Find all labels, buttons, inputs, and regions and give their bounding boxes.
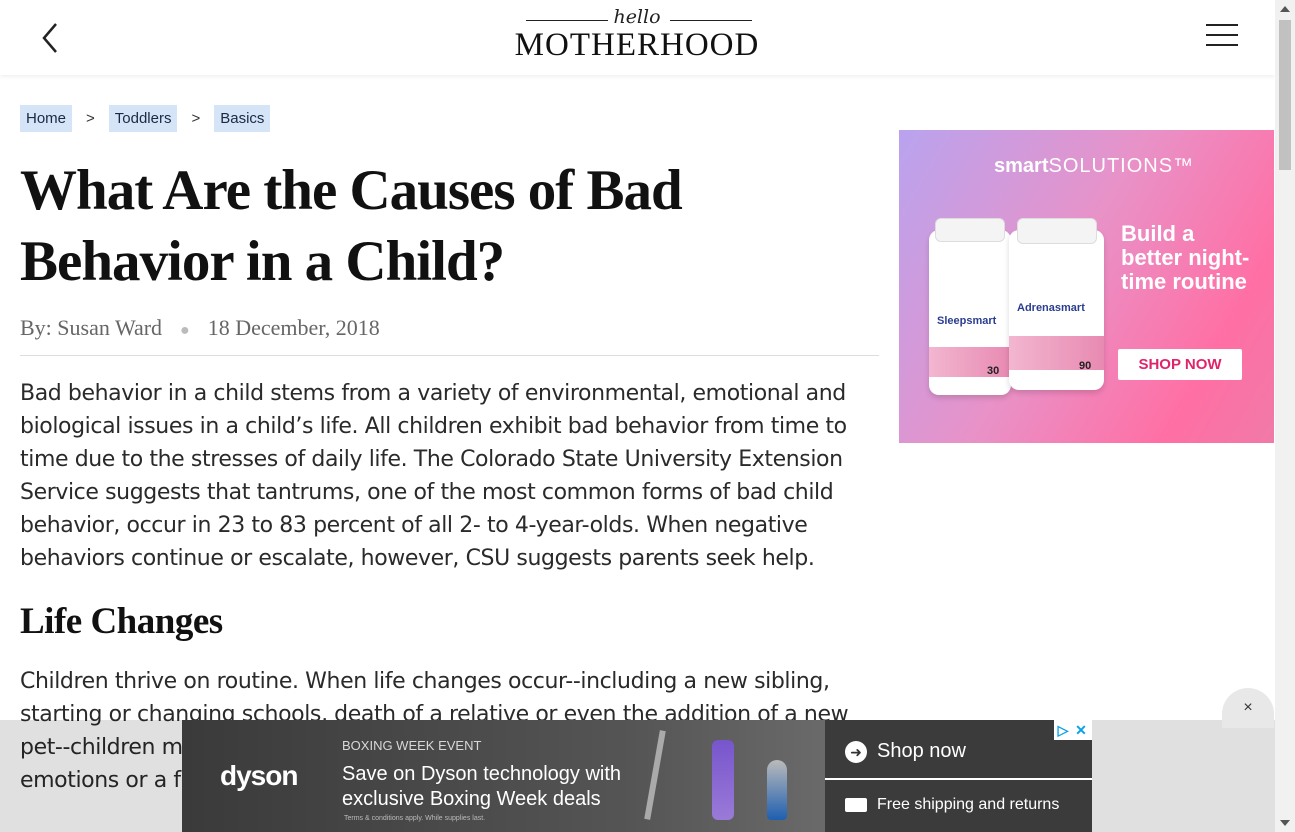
article-title: What Are the Causes of Bad Behavior in a… [20, 159, 683, 293]
sleepsmart-bottle-image: Sleepsmart 30 [929, 218, 1011, 395]
ad-event-label: BOXING WEEK EVENT [342, 738, 482, 753]
breadcrumb-home[interactable]: Home [20, 105, 73, 132]
bottle1-label: Sleepsmart [937, 315, 997, 327]
close-ad-icon[interactable]: × [1222, 688, 1274, 728]
logo-rule-left [526, 20, 608, 21]
sidebar-advertisement[interactable]: smartSOLUTIONS™ Sleepsmart 30 Adrenasmar… [899, 130, 1274, 443]
section-heading: Life Changes [20, 601, 223, 642]
article-byline: By: Susan Ward ● 18 December, 2018 [20, 315, 879, 356]
article-author[interactable]: By: Susan Ward [20, 315, 162, 340]
ad-brand: smartSOLUTIONS™ [994, 155, 1194, 178]
ad-shop-now-button[interactable]: SHOP NOW [1118, 349, 1242, 380]
bottle1-count: 30 [987, 365, 1000, 377]
arrow-right-icon: ➜ [845, 740, 867, 763]
breadcrumb-toddlers[interactable]: Toddlers [108, 105, 178, 132]
breadcrumb-basics[interactable]: Basics [214, 105, 271, 132]
adchoices-icon[interactable]: ▷ ✕ [1054, 720, 1092, 740]
ad-shop-now-link[interactable]: ➜ Shop now [825, 730, 1092, 780]
bottom-advertisement[interactable]: dyson BOXING WEEK EVENT Save on Dyson te… [182, 720, 1092, 832]
logo-rule-right [670, 20, 752, 21]
ad-message: Save on Dyson technology with exclusive … [342, 763, 622, 810]
breadcrumb-separator: > [191, 110, 201, 127]
breadcrumb: Home > Toddlers > Basics [20, 105, 271, 132]
page-scrollbar[interactable] [1275, 0, 1295, 832]
bottom-ad-creative: dyson BOXING WEEK EVENT Save on Dyson te… [182, 720, 825, 832]
ad-brand-light: SOLUTIONS™ [1048, 155, 1195, 177]
free-shipping-label: Free shipping and returns [877, 796, 1060, 813]
ad-terms: Terms & conditions apply. While supplies… [344, 815, 486, 822]
scroll-thumb[interactable] [1279, 20, 1291, 170]
scroll-up-arrow-icon[interactable] [1280, 6, 1290, 12]
bottle2-count: 90 [1079, 360, 1092, 372]
byline-dot: ● [180, 322, 190, 339]
breadcrumb-separator: > [86, 110, 95, 127]
truck-icon [845, 797, 867, 812]
ad-headline: Build a better night-time routine [1121, 221, 1250, 294]
article-date: 18 December, 2018 [207, 315, 380, 340]
logo-big-text: MOTHERHOOD [514, 27, 760, 63]
shop-now-label: Shop now [877, 740, 966, 762]
upright-vacuum-image [712, 740, 734, 820]
vacuum-product-image [644, 730, 666, 820]
hamburger-menu-icon[interactable] [1206, 24, 1238, 48]
scroll-down-arrow-icon[interactable] [1280, 820, 1290, 826]
adrenasmart-bottle-image: Adrenasmart 90 [1009, 218, 1104, 390]
site-header: hello MOTHERHOOD [0, 0, 1275, 75]
dyson-logo: dyson [220, 760, 298, 791]
back-arrow-icon[interactable] [38, 20, 64, 56]
ad-brand-bold: smart [994, 155, 1049, 177]
article-intro-paragraph: Bad behavior in a child stems from a var… [20, 381, 847, 571]
ad-free-shipping-link[interactable]: Free shipping and returns [825, 782, 1092, 832]
bottle2-label: Adrenasmart [1017, 302, 1085, 314]
logo-small-text: hello [613, 6, 661, 28]
site-logo[interactable]: hello MOTHERHOOD [512, 6, 762, 66]
fan-product-image [767, 760, 787, 820]
